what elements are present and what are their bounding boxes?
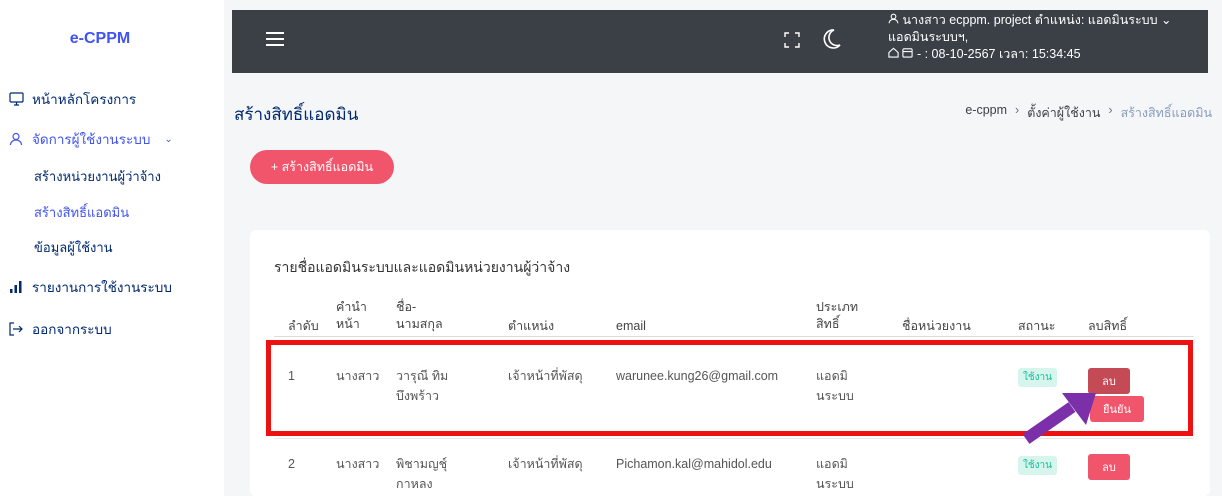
sidebar: e-CPPM หน้าหลักโครงการ จัดการผู้ใช้งานระ…: [0, 0, 224, 496]
column-header-status: สถานะ: [1018, 319, 1056, 333]
column-header-line: หน้า: [336, 317, 360, 331]
column-header-line: สิทธิ์: [816, 317, 840, 331]
sidebar-item-label: จัดการผู้ใช้งานระบบ: [32, 132, 151, 147]
calendar-icon: [902, 47, 916, 61]
column-header-email: email: [616, 319, 646, 333]
column-header-no: ลำดับ: [288, 319, 319, 333]
monitor-icon: [8, 91, 24, 107]
breadcrumb-item[interactable]: ตั้งค่าผู้ใช้งาน: [1027, 103, 1100, 123]
cell-line: นระบบ: [816, 477, 854, 491]
cell-line: แอดมิ: [816, 457, 848, 471]
sidebar-subitem-user-info[interactable]: ข้อมูลผู้ใช้งาน: [34, 237, 113, 258]
column-header-line: คำนำ: [336, 300, 367, 314]
breadcrumb-item-current: สร้างสิทธิ์แอดมิน: [1120, 106, 1212, 120]
cell-line: กาหลง: [396, 477, 433, 491]
cell-name: พิชามญชุ์ กาหลง: [396, 454, 447, 494]
breadcrumb-separator-icon: ›: [1015, 103, 1020, 117]
user-icon: [8, 131, 24, 147]
fullscreen-icon[interactable]: [784, 32, 800, 48]
user-name-position: นางสาว ecppm. project ตำแหน่ง: แอดมินระบ…: [902, 13, 1158, 27]
table-title: รายชื่อแอดมินระบบและแอดมินหน่วยงานผู้ว่า…: [274, 259, 571, 275]
breadcrumb-separator-icon: ›: [1108, 103, 1113, 117]
logout-icon: [8, 321, 24, 337]
chart-icon: [8, 279, 24, 295]
app: e-CPPM หน้าหลักโครงการ จัดการผู้ใช้งานระ…: [0, 0, 1222, 496]
column-header-unit: ชื่อหน่วยงาน: [902, 319, 971, 333]
column-header-name: ชื่อ- นามสกุล: [396, 299, 443, 333]
cell-email: Pichamon.kal@mahidol.edu: [616, 457, 772, 471]
sidebar-item-user-management[interactable]: จัดการผู้ใช้งานระบบ ⌄: [8, 128, 173, 150]
sidebar-item-label: ออกจากระบบ: [32, 322, 112, 337]
datetime-text: - : 08-10-2567 เวลา: 15:34:45: [916, 47, 1081, 61]
column-header-delete: ลบสิทธิ์: [1088, 319, 1128, 333]
delete-button[interactable]: ลบ: [1088, 454, 1130, 480]
menu-toggle-icon[interactable]: [266, 32, 284, 46]
column-header-prefix: คำนำ หน้า: [336, 299, 367, 333]
user-role: แอดมินระบบฯ,: [888, 30, 969, 44]
sidebar-item-label: รายงานการใช้งานระบบ: [32, 280, 172, 295]
home-icon: [888, 47, 902, 61]
cell-type: แอดมิ นระบบ: [816, 454, 854, 494]
sidebar-item-label: หน้าหลักโครงการ: [32, 92, 137, 107]
page-title: สร้างสิทธิ์แอดมิน: [234, 105, 359, 124]
sidebar-subitem-create-admin[interactable]: สร้างสิทธิ์แอดมิน: [34, 202, 129, 223]
app-logo[interactable]: e-CPPM: [0, 30, 200, 48]
column-header-line: นามสกุล: [396, 317, 443, 331]
user-profile-dropdown[interactable]: นางสาว ecppm. project ตำแหน่ง: แอดมินระบ…: [888, 12, 1172, 63]
sidebar-item-logout[interactable]: ออกจากระบบ: [8, 318, 112, 340]
breadcrumb: e-cppm › ตั้งค่าผู้ใช้งาน › สร้างสิทธิ์แ…: [965, 103, 1212, 123]
annotation-arrow-icon: [1022, 393, 1096, 444]
chevron-down-icon: ⌄: [164, 133, 173, 145]
sidebar-item-home[interactable]: หน้าหลักโครงการ: [8, 88, 136, 110]
cell-position: เจ้าหน้าที่พัสดุ: [508, 457, 583, 471]
chevron-down-icon: ⌄: [1161, 13, 1172, 27]
cell-line: พิชามญชุ์: [396, 457, 448, 471]
sidebar-item-usage-report[interactable]: รายงานการใช้งานระบบ: [8, 276, 172, 298]
add-admin-button[interactable]: + สร้างสิทธิ์แอดมิน: [250, 150, 394, 184]
column-header-line: ชื่อ-: [396, 300, 417, 314]
user-icon: [888, 13, 902, 27]
column-header-position: ตำแหน่ง: [508, 319, 555, 333]
cell-no: 2: [288, 457, 295, 471]
column-header-type: ประเภท สิทธิ์: [816, 299, 858, 333]
status-badge: ใช้งาน: [1018, 456, 1058, 475]
cell-prefix: นางสาว: [336, 457, 380, 471]
top-navbar: นางสาว ecppm. project ตำแหน่ง: แอดมินระบ…: [232, 10, 1208, 73]
dark-mode-icon[interactable]: [822, 28, 842, 50]
sidebar-subitem-create-unit[interactable]: สร้างหน่วยงานผู้ว่าจ้าง: [34, 166, 161, 187]
breadcrumb-item[interactable]: e-cppm: [965, 103, 1007, 123]
header-divider: [274, 336, 1194, 337]
column-header-line: ประเภท: [816, 300, 859, 314]
